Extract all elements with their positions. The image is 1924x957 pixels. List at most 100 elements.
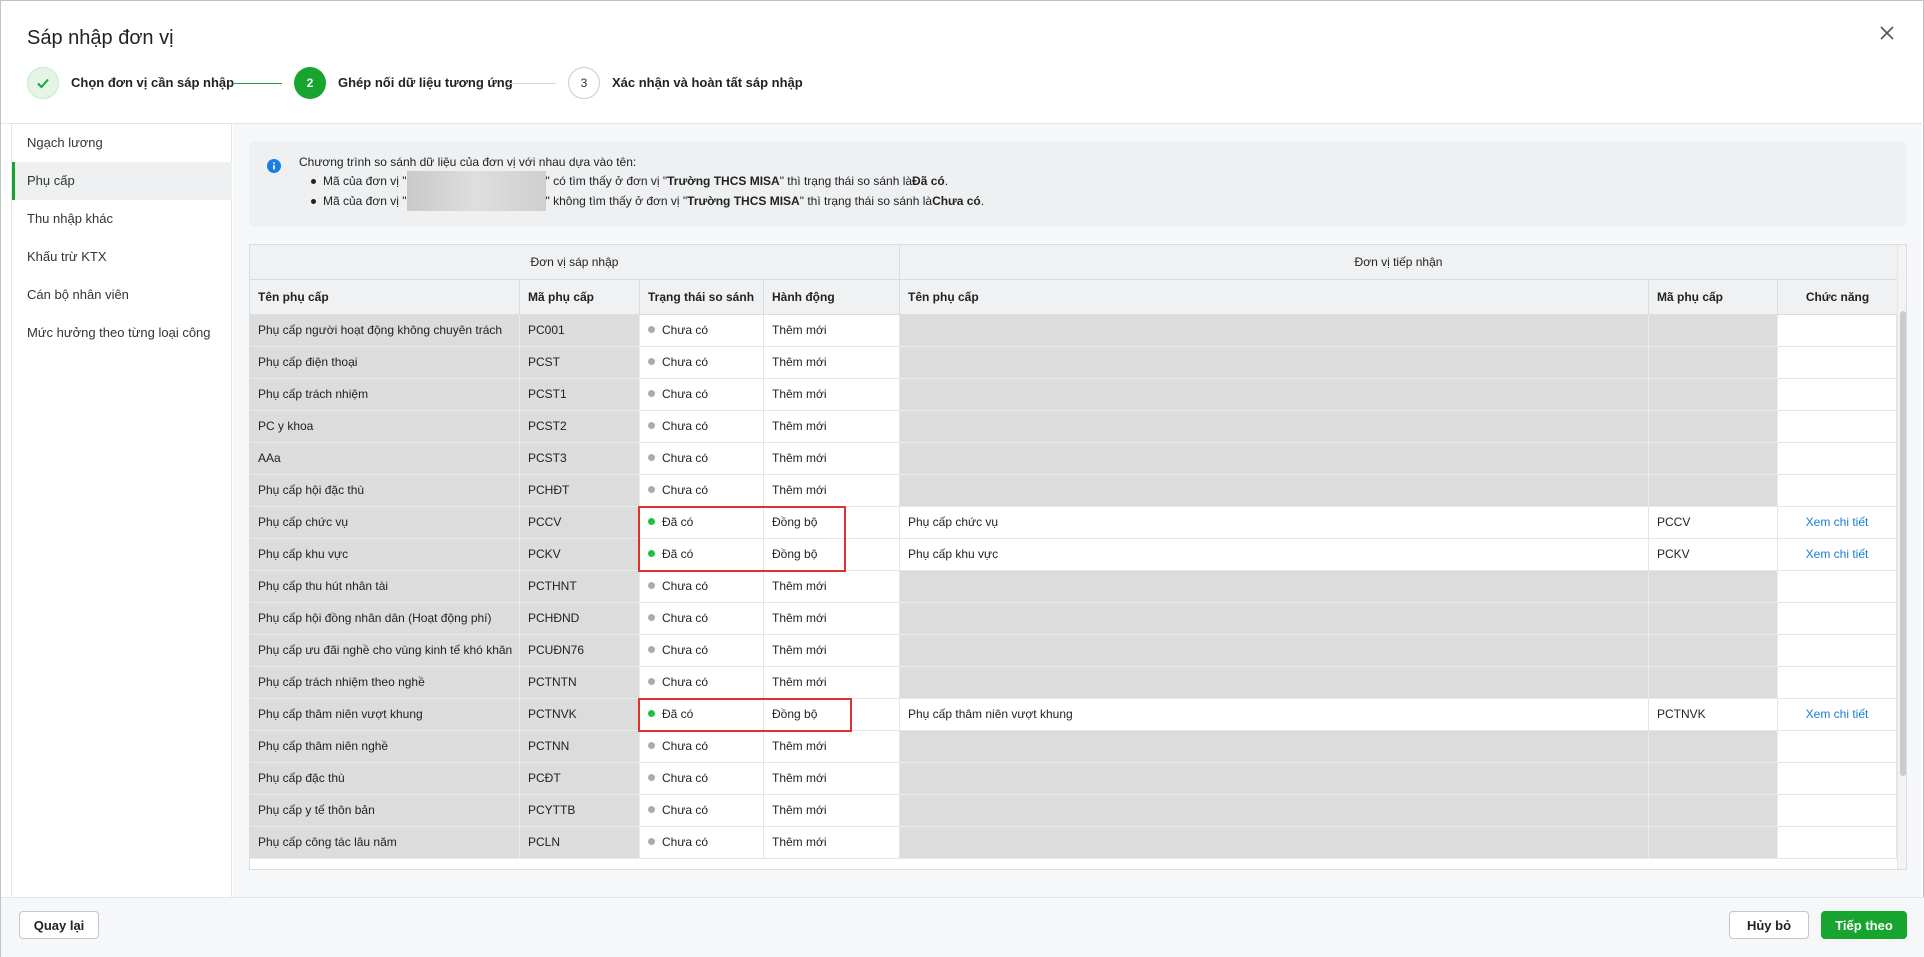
sidebar-item-ngach-luong[interactable]: Ngạch lương	[12, 124, 232, 162]
status-text: Chưa có	[662, 579, 709, 593]
table-row: Phụ cấp đặc thù PCĐT Chưa có Thêm mới	[250, 763, 1897, 795]
col-header-source-code: Mã phụ cấp	[520, 280, 640, 315]
status-dot-icon	[648, 454, 655, 461]
back-button[interactable]: Quay lại	[19, 911, 99, 939]
cell-function[interactable]: Xem chi tiết	[1778, 699, 1897, 731]
view-detail-link[interactable]: Xem chi tiết	[1806, 707, 1869, 721]
status-text: Chưa có	[662, 835, 709, 849]
cell-compare-status: Chưa có	[640, 347, 764, 379]
cell-function	[1778, 795, 1897, 827]
cell-source-code: PCTNVK	[520, 699, 640, 731]
status-text: Chưa có	[662, 387, 709, 401]
grid-scrollbar-thumb[interactable]	[1900, 311, 1906, 776]
cell-compare-status: Chưa có	[640, 795, 764, 827]
status-text: Chưa có	[662, 611, 709, 625]
grid-scrollbar[interactable]	[1897, 245, 1906, 869]
cell-source-code: PCST1	[520, 379, 640, 411]
cell-source-name: Phụ cấp hội đồng nhân dân (Hoạt động phí…	[250, 603, 520, 635]
cell-compare-status: Đã có	[640, 507, 764, 539]
cell-function	[1778, 667, 1897, 699]
cell-compare-status: Chưa có	[640, 411, 764, 443]
cell-source-name: Phụ cấp thâm niên nghề	[250, 731, 520, 763]
cell-target-code	[1649, 379, 1778, 411]
cell-compare-status: Chưa có	[640, 603, 764, 635]
cell-compare-status: Chưa có	[640, 667, 764, 699]
group-header-source: Đơn vị sáp nhập	[250, 245, 900, 280]
cell-source-code: PCTNN	[520, 731, 640, 763]
status-dot-icon	[648, 358, 655, 365]
col-header-function: Chức năng	[1778, 280, 1897, 315]
status-dot-icon	[648, 774, 655, 781]
view-detail-link[interactable]: Xem chi tiết	[1806, 547, 1869, 561]
cell-function	[1778, 571, 1897, 603]
info-bullet-found: Mã của đơn vị " " có tìm thấy ở đơn vị "…	[311, 171, 948, 191]
mapping-grid: Đơn vị sáp nhập Đơn vị tiếp nhận Tên phụ…	[249, 244, 1907, 870]
info-text: " thì trạng thái so sánh là	[799, 194, 933, 208]
step-1-label: Chọn đơn vị cần sáp nhập	[71, 75, 235, 90]
cell-function[interactable]: Xem chi tiết	[1778, 507, 1897, 539]
info-status: Chưa có	[932, 194, 981, 208]
table-row: Phụ cấp thâm niên vượt khung PCTNVK Đã có Đ…	[250, 699, 1897, 731]
cell-compare-status: Chưa có	[640, 763, 764, 795]
cell-function	[1778, 603, 1897, 635]
cancel-button[interactable]: Hủy bỏ	[1729, 911, 1809, 939]
info-text: .	[944, 174, 949, 188]
step-3-label: Xác nhận và hoàn tất sáp nhập	[612, 75, 803, 90]
grid-body: Đơn vị sáp nhập Đơn vị tiếp nhận Tên phụ…	[250, 245, 1897, 869]
cell-source-name: Phụ cấp hội đặc thù	[250, 475, 520, 507]
cell-source-name: Phụ cấp điện thoại	[250, 347, 520, 379]
status-text: Chưa có	[662, 323, 709, 337]
status-text: Đã có	[662, 707, 694, 721]
cell-target-code: PCTNVK	[1649, 699, 1778, 731]
redacted-unit-name	[406, 191, 546, 211]
cell-source-name: AAa	[250, 443, 520, 475]
cell-action: Thêm mới	[764, 603, 900, 635]
cell-source-code: PCCV	[520, 507, 640, 539]
table-row: Phụ cấp thu hút nhân tài PCTHNT Chưa có Thê…	[250, 571, 1897, 603]
step-1-circle	[27, 67, 59, 99]
cell-function	[1778, 475, 1897, 507]
cell-action: Thêm mới	[764, 667, 900, 699]
view-detail-link[interactable]: Xem chi tiết	[1806, 515, 1869, 529]
close-button[interactable]	[1873, 19, 1901, 47]
cell-target-name	[900, 475, 1649, 507]
sidebar-item-phu-cap[interactable]: Phụ cấp	[12, 162, 232, 200]
cell-target-name: Phụ cấp chức vụ	[900, 507, 1649, 539]
info-status: Đã có	[912, 174, 945, 188]
next-button[interactable]: Tiếp theo	[1821, 911, 1907, 939]
status-text: Chưa có	[662, 483, 709, 497]
dialog-title: Sáp nhập đơn vị	[27, 27, 174, 49]
cell-source-code: PCĐT	[520, 763, 640, 795]
cell-target-name	[900, 379, 1649, 411]
cell-target-name	[900, 667, 1649, 699]
sidebar-item-thu-nhap-khac[interactable]: Thu nhập khác	[12, 200, 232, 238]
table-row: AAa PCST3 Chưa có Thêm mới	[250, 443, 1897, 475]
cell-target-code: PCKV	[1649, 539, 1778, 571]
sidebar-item-can-bo-nhan-vien[interactable]: Cán bộ nhân viên	[12, 276, 232, 314]
cell-function[interactable]: Xem chi tiết	[1778, 539, 1897, 571]
cell-source-code: PCTHNT	[520, 571, 640, 603]
status-dot-icon	[648, 646, 655, 653]
info-unit-name: Trường THCS MISA	[667, 174, 780, 188]
sidebar-item-khau-tru-ktx[interactable]: Khấu trừ KTX	[12, 238, 232, 276]
close-icon[interactable]	[1873, 19, 1901, 47]
col-header-compare-status: Trạng thái so sánh	[640, 280, 764, 315]
cell-action: Đồng bộ	[764, 699, 900, 731]
info-unit-name: Trường THCS MISA	[687, 194, 800, 208]
cell-target-code	[1649, 827, 1778, 859]
cell-target-code	[1649, 475, 1778, 507]
status-text: Chưa có	[662, 451, 709, 465]
cell-target-name	[900, 347, 1649, 379]
cell-source-code: PCLN	[520, 827, 640, 859]
table-row: Phụ cấp y tế thôn bản PCYTTB Chưa có Thêm m…	[250, 795, 1897, 827]
status-dot-icon	[648, 838, 655, 845]
table-row: Phụ cấp trách nhiệm theo nghề PCTNTN Chưa …	[250, 667, 1897, 699]
check-icon	[37, 78, 49, 89]
cell-action: Thêm mới	[764, 347, 900, 379]
info-text: " không tìm thấy ở đơn vị "	[545, 194, 688, 208]
cell-compare-status: Chưa có	[640, 635, 764, 667]
cell-compare-status: Chưa có	[640, 827, 764, 859]
sidebar-item-muc-huong[interactable]: Mức hưởng theo từng loại công	[12, 314, 232, 352]
step-2-label: Ghép nối dữ liệu tương ứng	[338, 75, 513, 90]
status-text: Đã có	[662, 515, 694, 529]
